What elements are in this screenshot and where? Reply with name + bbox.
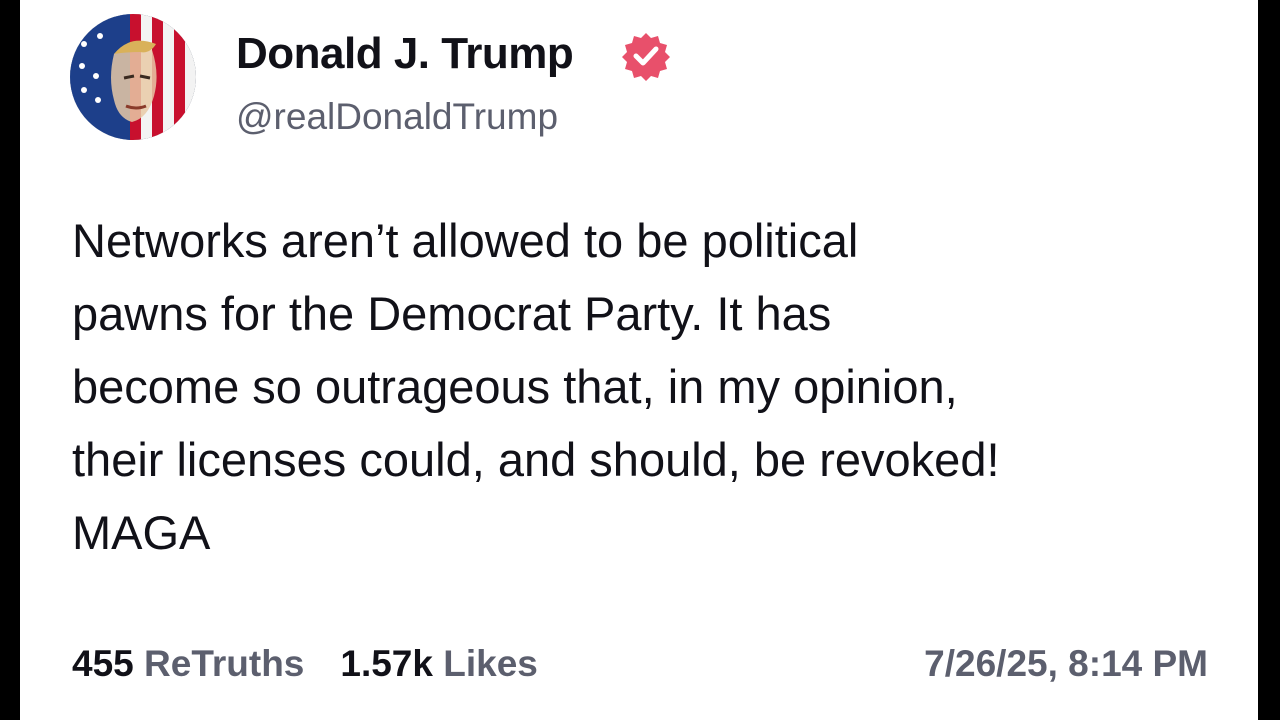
avatar[interactable] xyxy=(70,14,196,140)
likes-label: Likes xyxy=(443,643,538,684)
author-display-name[interactable]: Donald J. Trump xyxy=(236,26,574,82)
post-timestamp[interactable]: 7/26/25, 8:14 PM xyxy=(924,640,1208,688)
post-line: their licenses could, and should, be rev… xyxy=(72,433,1000,486)
post-stats: 455 ReTruths 1.57k Likes xyxy=(72,640,574,688)
retruths-count: 455 xyxy=(72,643,134,684)
post-line: Networks aren’t allowed to be political xyxy=(72,214,859,267)
post-line: MAGA xyxy=(72,506,211,559)
post-line: pawns for the Democrat Party. It has xyxy=(72,287,832,340)
post-body: Networks aren’t allowed to be political … xyxy=(72,204,1242,569)
likes-stat[interactable]: 1.57k Likes xyxy=(340,640,538,688)
retruths-label: ReTruths xyxy=(144,643,305,684)
retruths-stat[interactable]: 455 ReTruths xyxy=(72,640,304,688)
author-handle[interactable]: @realDonaldTrump xyxy=(236,93,558,141)
likes-count: 1.57k xyxy=(340,643,433,684)
flag-portrait-avatar-icon xyxy=(70,14,196,140)
verified-badge-icon xyxy=(622,33,670,81)
post-line: become so outrageous that, in my opinion… xyxy=(72,360,958,413)
post-card: Donald J. Trump @realDonaldTrump Network… xyxy=(20,0,1258,720)
